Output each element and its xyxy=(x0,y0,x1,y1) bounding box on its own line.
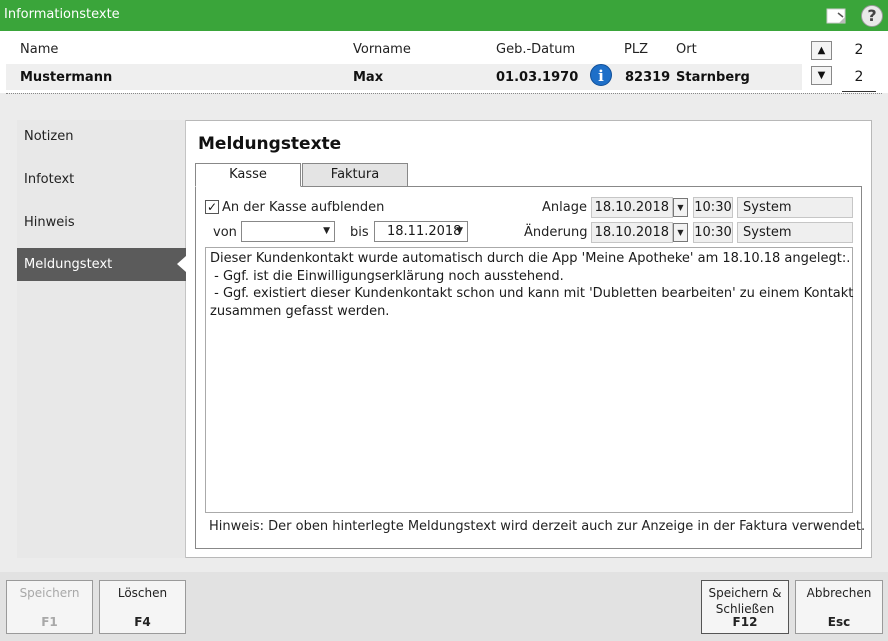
bis-value: 18.11.2018 xyxy=(387,224,462,239)
pager-divider xyxy=(842,91,876,92)
text-line: - Ggf. ist die Einwilligungserklärung no… xyxy=(210,268,564,284)
sidebar-item-label: Notizen xyxy=(24,129,74,144)
save-button[interactable]: Speichern F1 xyxy=(6,580,93,634)
header-divider xyxy=(6,93,882,94)
delete-button-key: F4 xyxy=(134,615,151,629)
sidebar: Notizen Infotext Hinweis Meldungstext xyxy=(17,120,186,558)
bis-label: bis xyxy=(350,225,369,240)
note-icon[interactable] xyxy=(826,8,848,24)
pager-current: 2 xyxy=(854,42,864,58)
meldungstext-textarea[interactable]: Dieser Kundenkontakt wurde automatisch d… xyxy=(205,247,853,513)
sidebar-item-notizen[interactable]: Notizen xyxy=(17,120,186,153)
tab-label: Faktura xyxy=(330,167,380,182)
window-title: Informationstexte xyxy=(4,7,120,22)
delete-button-label: Löschen xyxy=(117,586,168,600)
sidebar-item-meldungstext[interactable]: Meldungstext xyxy=(17,248,186,281)
help-icon[interactable]: ? xyxy=(861,5,883,27)
chevron-down-icon: ▼ xyxy=(456,226,463,236)
chevron-down-icon: ▼ xyxy=(323,226,330,236)
sidebar-item-hinweis[interactable]: Hinweis xyxy=(17,206,186,239)
save-close-key: F12 xyxy=(732,615,758,629)
checkbox-label: An der Kasse aufblenden xyxy=(222,200,385,215)
aenderung-label: Änderung xyxy=(524,225,588,240)
von-date-select[interactable]: ▼ xyxy=(241,221,335,242)
patient-header: Name Vorname Geb.-Datum PLZ Ort Musterma… xyxy=(0,31,888,93)
anlage-time-field: 10:30 xyxy=(693,197,733,218)
text-line: - Ggf. existiert dieser Kundenkontakt sc… xyxy=(210,286,854,301)
text-line: zusammen gefasst werden. xyxy=(210,303,390,319)
save-close-button[interactable]: Speichern & Schließen F12 xyxy=(701,580,789,634)
save-button-label: Speichern xyxy=(19,586,80,600)
bis-date-select[interactable]: 18.11.2018 ▼ xyxy=(374,221,468,242)
cancel-button[interactable]: Abbrechen Esc xyxy=(795,580,883,634)
check-icon: ✓ xyxy=(206,200,218,214)
tab-faktura[interactable]: Faktura xyxy=(302,163,408,187)
hint-text: Hinweis: Der oben hinterlegte Meldungste… xyxy=(209,519,866,534)
tab-label: Kasse xyxy=(229,167,267,182)
page-title: Meldungstexte xyxy=(198,134,342,154)
anlage-date-field: 18.10.2018 xyxy=(591,197,673,218)
aenderung-user-field: System xyxy=(737,222,853,243)
header-value-ort: Starnberg xyxy=(676,70,750,85)
chevron-down-icon[interactable]: ▼ xyxy=(673,223,688,242)
cancel-button-label: Abbrechen xyxy=(806,586,872,600)
header-label-name: Name xyxy=(20,42,59,57)
aenderung-date-field: 18.10.2018 xyxy=(591,222,673,243)
header-value-plz: 82319 xyxy=(625,70,671,85)
von-label: von xyxy=(213,225,237,240)
header-label-ort: Ort xyxy=(676,42,697,57)
aenderung-time-field: 10:30 xyxy=(693,222,733,243)
sidebar-item-infotext[interactable]: Infotext xyxy=(17,163,186,196)
title-bar: Informationstexte ? xyxy=(0,0,888,31)
cancel-button-key: Esc xyxy=(827,615,851,629)
pager-total: 2 xyxy=(854,69,864,85)
kasse-aufblenden-checkbox[interactable]: ✓ xyxy=(205,200,219,214)
save-button-key: F1 xyxy=(41,615,58,629)
active-item-pointer xyxy=(177,256,186,272)
chevron-down-icon[interactable]: ▼ xyxy=(673,198,688,217)
info-icon[interactable]: i xyxy=(590,64,612,86)
arrow-down-icon[interactable]: ▼ xyxy=(811,66,832,85)
sidebar-item-label: Infotext xyxy=(24,172,75,187)
header-label-plz: PLZ xyxy=(624,42,648,57)
header-value-name: Mustermann xyxy=(20,70,113,85)
sidebar-item-label: Hinweis xyxy=(24,215,75,230)
header-label-vorname: Vorname xyxy=(353,42,411,57)
delete-button[interactable]: Löschen F4 xyxy=(99,580,186,634)
anlage-label: Anlage xyxy=(542,200,587,215)
anlage-user-field: System xyxy=(737,197,853,218)
save-close-label-1: Speichern & xyxy=(708,586,782,600)
tab-kasse[interactable]: Kasse xyxy=(195,163,301,187)
header-label-geb: Geb.-Datum xyxy=(496,42,576,57)
sidebar-item-label: Meldungstext xyxy=(24,257,113,272)
header-value-geb: 01.03.1970 xyxy=(496,70,579,85)
header-value-vorname: Max xyxy=(353,70,384,85)
text-line: Dieser Kundenkontakt wurde automatisch d… xyxy=(210,251,851,266)
arrow-up-icon[interactable]: ▲ xyxy=(811,41,832,60)
